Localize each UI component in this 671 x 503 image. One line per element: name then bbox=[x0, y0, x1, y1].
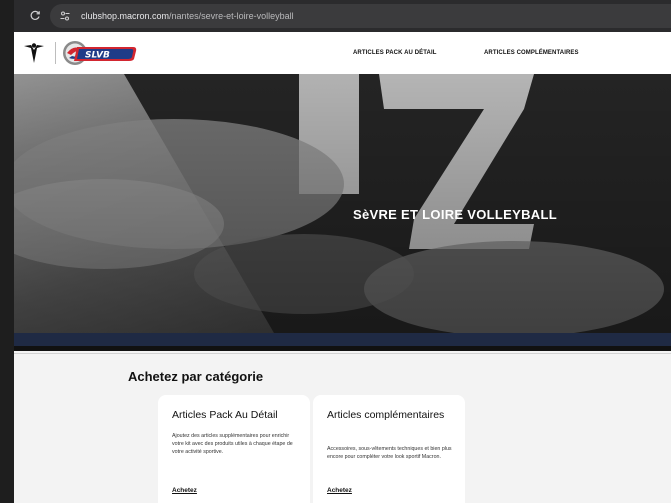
nav-articles-pack[interactable]: ARTICLES PACK AU DÉTAIL bbox=[353, 32, 437, 74]
category-section: Achetez par catégorie Articles Pack Au D… bbox=[14, 351, 671, 503]
browser-toolbar: clubshop.macron.com/nantes/sevre-et-loir… bbox=[14, 0, 671, 32]
section-divider bbox=[14, 353, 671, 354]
url-host: clubshop.macron.com bbox=[81, 11, 170, 21]
url-path: /nantes/sevre-et-loire-volleyball bbox=[169, 11, 294, 21]
window-edge bbox=[0, 0, 14, 503]
slvb-logo-icon[interactable]: SLVB bbox=[63, 39, 141, 67]
section-title: Achetez par catégorie bbox=[128, 369, 264, 384]
url-text: clubshop.macron.com/nantes/sevre-et-loir… bbox=[81, 11, 294, 21]
card-buy-link[interactable]: Achetez bbox=[172, 487, 197, 494]
macron-logo-icon[interactable] bbox=[22, 41, 46, 65]
card-buy-link[interactable]: Achetez bbox=[327, 487, 352, 494]
category-card-complementaires[interactable]: Articles complémentaires Accessoires, so… bbox=[313, 395, 465, 503]
reload-icon[interactable] bbox=[24, 5, 46, 27]
site-header: SLVB ARTICLES PACK AU DÉTAIL ARTICLES CO… bbox=[14, 32, 671, 74]
address-bar[interactable]: clubshop.macron.com/nantes/sevre-et-loir… bbox=[50, 4, 671, 28]
hero-photo bbox=[14, 74, 671, 333]
card-title: Articles complémentaires bbox=[327, 409, 445, 421]
site-info-icon[interactable] bbox=[55, 6, 75, 26]
svg-text:SLVB: SLVB bbox=[85, 51, 110, 61]
card-title: Articles Pack Au Détail bbox=[172, 409, 278, 421]
header-divider bbox=[55, 42, 56, 64]
hero-title: SèVRE ET LOIRE VOLLEYBALL bbox=[353, 207, 557, 222]
hero-banner: SèVRE ET LOIRE VOLLEYBALL bbox=[14, 74, 671, 333]
hero-accent-band bbox=[14, 333, 671, 346]
category-card-pack[interactable]: Articles Pack Au Détail Ajoutez des arti… bbox=[158, 395, 310, 503]
card-description: Ajoutez des articles supplémentaires pou… bbox=[172, 433, 293, 455]
card-description: Accessoires, sous-vêtements techniques e… bbox=[327, 446, 452, 460]
nav-articles-complementaires[interactable]: ARTICLES COMPLÉMENTAIRES bbox=[484, 32, 579, 74]
